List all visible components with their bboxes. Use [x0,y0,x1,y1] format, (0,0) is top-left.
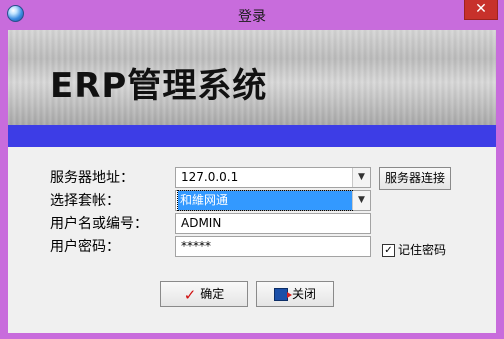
banner-title: ERP管理系统 [50,66,268,106]
username-input[interactable]: ADMIN [175,213,371,234]
remember-password-checkbox[interactable]: ✓ 记住密码 [382,241,446,258]
banner: ERP管理系统 [8,30,496,125]
ok-button-label: 确定 [200,287,225,301]
server-connect-button[interactable]: 服务器连接 [379,167,451,190]
server-address-value: 127.0.0.1 [181,170,239,184]
window-title: 登录 [238,9,266,25]
server-address-label: 服务器地址： [50,170,134,186]
title-bar[interactable]: 登录 ✕ [0,0,504,30]
ok-button[interactable]: ✓ 确定 [160,281,248,307]
client-area: ERP管理系统 服务器地址： 127.0.0.1 ▼ 服务器连接 选择套帐： 和… [8,30,496,333]
close-button[interactable]: 关闭 [256,281,334,307]
login-window: 登录 ✕ ERP管理系统 服务器地址： 127.0.0.1 ▼ 服务器连接 选择… [0,0,504,339]
account-set-label: 选择套帐： [50,193,120,209]
server-address-combo[interactable]: 127.0.0.1 ▼ [175,167,371,188]
account-set-value: 和維网通 [177,190,353,211]
close-window-button[interactable]: ✕ [464,0,498,20]
checkbox-checked-icon[interactable]: ✓ [382,244,395,257]
chevron-down-icon[interactable]: ▼ [352,191,370,210]
password-label: 用户密码： [50,239,120,255]
banner-accent-bar [8,125,496,147]
chevron-down-icon[interactable]: ▼ [352,168,370,187]
password-input[interactable]: ***** [175,236,371,257]
close-button-label: 关闭 [291,287,316,301]
remember-password-label: 记住密码 [398,243,447,257]
exit-door-icon [273,288,292,301]
username-label: 用户名或编号： [50,216,148,232]
account-set-combo[interactable]: 和維网通 ▼ [175,190,371,211]
checkmark-icon: ✓ [183,285,197,304]
